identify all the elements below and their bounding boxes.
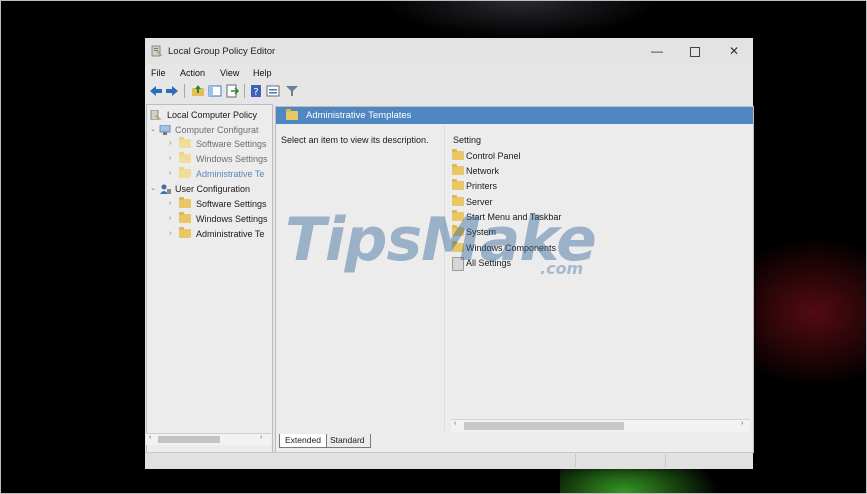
collapse-arrow-icon[interactable]: › bbox=[169, 197, 171, 211]
tree-item-windows-settings[interactable]: › Windows Settings bbox=[169, 152, 272, 166]
folder-icon bbox=[452, 210, 464, 221]
expand-arrow-icon[interactable]: ⌄ bbox=[150, 123, 156, 137]
toolbar: ? bbox=[145, 81, 753, 101]
folder-icon bbox=[452, 149, 464, 160]
maximize-button[interactable] bbox=[681, 42, 709, 60]
list-item-label: Printers bbox=[466, 181, 498, 191]
up-folder-icon[interactable] bbox=[191, 84, 205, 98]
tree-label: Windows Settings bbox=[196, 154, 268, 164]
menu-help[interactable]: Help bbox=[253, 68, 272, 78]
scroll-left-icon[interactable]: ‹ bbox=[454, 420, 456, 427]
details-pane: Administrative Templates Select an item … bbox=[275, 106, 754, 453]
scroll-right-icon[interactable]: › bbox=[260, 434, 262, 441]
scrollbar-thumb[interactable] bbox=[158, 436, 220, 443]
export-list-icon[interactable] bbox=[225, 84, 239, 98]
tree-item-administrative-templates[interactable]: › Administrative Te bbox=[169, 167, 272, 181]
details-header-title: Administrative Templates bbox=[306, 110, 412, 121]
close-button[interactable]: ✕ bbox=[720, 42, 748, 60]
list-item-label: Windows Components bbox=[466, 243, 557, 253]
collapse-arrow-icon[interactable]: › bbox=[169, 212, 171, 226]
details-header: Administrative Templates bbox=[276, 107, 753, 124]
tree-label: Administrative Te bbox=[196, 229, 265, 239]
folder-icon bbox=[179, 152, 191, 163]
folder-icon bbox=[452, 179, 464, 190]
list-item-label: Server bbox=[466, 197, 493, 207]
status-separator bbox=[665, 454, 666, 467]
navigation-tree-pane: Local Computer Policy ⌄ Computer Configu… bbox=[146, 104, 273, 453]
pane-divider bbox=[444, 125, 445, 431]
title-bar[interactable]: Local Group Policy Editor — ✕ bbox=[145, 38, 753, 64]
maximize-icon bbox=[690, 46, 700, 57]
group-policy-app-icon bbox=[151, 45, 162, 57]
folder-icon bbox=[179, 212, 191, 223]
item-description: Select an item to view its description. bbox=[281, 135, 429, 145]
tree-item-user-windows-settings[interactable]: › Windows Settings bbox=[169, 212, 272, 226]
menu-bar: File Action View Help bbox=[145, 65, 753, 81]
tree-item-user-software-settings[interactable]: › Software Settings bbox=[169, 197, 272, 211]
tree-label: User Configuration bbox=[175, 184, 251, 194]
scroll-left-icon[interactable]: ‹ bbox=[149, 434, 151, 441]
folder-icon bbox=[452, 164, 464, 175]
collapse-arrow-icon[interactable]: › bbox=[169, 152, 171, 166]
forward-arrow-icon[interactable] bbox=[165, 84, 179, 98]
back-arrow-icon[interactable] bbox=[149, 84, 163, 98]
desktop-background-stars bbox=[380, 0, 660, 40]
tree-label: Windows Settings bbox=[196, 214, 268, 224]
folder-icon bbox=[452, 195, 464, 206]
toolbar-separator bbox=[184, 84, 185, 98]
tree-label: Software Settings bbox=[196, 199, 267, 209]
menu-action[interactable]: Action bbox=[180, 68, 205, 78]
view-tabs: Extended Standard bbox=[276, 434, 753, 450]
tree-item-computer-configuration[interactable]: ⌄ Computer Configurat bbox=[150, 123, 272, 137]
list-item-label: Network bbox=[466, 166, 500, 176]
collapse-arrow-icon[interactable]: › bbox=[169, 137, 171, 151]
properties-icon[interactable] bbox=[266, 84, 280, 98]
folder-icon bbox=[179, 197, 191, 208]
settings-page-icon bbox=[452, 257, 464, 271]
window-title: Local Group Policy Editor bbox=[168, 46, 276, 57]
folder-icon bbox=[179, 227, 191, 238]
svg-text:?: ? bbox=[253, 87, 258, 98]
list-item-label: Start Menu and Taskbar bbox=[466, 212, 562, 222]
menu-file[interactable]: File bbox=[151, 68, 166, 78]
menu-view[interactable]: View bbox=[220, 68, 239, 78]
tree-label: Computer Configurat bbox=[175, 125, 259, 135]
tree-item-local-computer-policy[interactable]: Local Computer Policy bbox=[150, 108, 272, 122]
computer-icon bbox=[159, 125, 171, 135]
user-icon bbox=[160, 184, 171, 194]
tree-label: Administrative Te bbox=[196, 169, 265, 179]
help-icon[interactable]: ? bbox=[249, 84, 263, 98]
tree-label: Local Computer Policy bbox=[167, 110, 258, 120]
tab-standard[interactable]: Standard bbox=[324, 434, 371, 448]
list-item-label: All Settings bbox=[466, 258, 512, 268]
tree-item-user-administrative-templates[interactable]: › Administrative Te bbox=[169, 227, 272, 241]
filter-icon[interactable] bbox=[285, 84, 299, 98]
expand-arrow-icon[interactable]: ⌄ bbox=[150, 182, 156, 196]
tree-label: Software Settings bbox=[196, 139, 267, 149]
folder-icon bbox=[452, 225, 464, 236]
folder-icon bbox=[179, 137, 191, 148]
list-item-label: Control Panel bbox=[466, 151, 521, 161]
folder-icon bbox=[179, 167, 191, 178]
minimize-button[interactable]: — bbox=[643, 42, 671, 60]
collapse-arrow-icon[interactable]: › bbox=[169, 167, 171, 181]
tree-horizontal-scrollbar[interactable]: ‹ › bbox=[146, 433, 271, 445]
folder-icon bbox=[286, 109, 298, 120]
toolbar-separator bbox=[244, 84, 245, 98]
status-separator bbox=[575, 454, 576, 467]
scrollbar-thumb[interactable] bbox=[464, 422, 624, 430]
scroll-right-icon[interactable]: › bbox=[741, 420, 743, 427]
column-header-setting[interactable]: Setting bbox=[453, 135, 481, 145]
policy-icon bbox=[150, 110, 161, 120]
group-policy-editor-window: Local Group Policy Editor — ✕ File Actio… bbox=[145, 38, 754, 469]
folder-icon bbox=[452, 241, 464, 252]
status-bar bbox=[145, 452, 753, 469]
tree-item-user-configuration[interactable]: ⌄ User Configuration bbox=[150, 182, 272, 196]
show-hide-tree-icon[interactable] bbox=[208, 84, 222, 98]
tree-item-software-settings[interactable]: › Software Settings bbox=[169, 137, 272, 151]
collapse-arrow-icon[interactable]: › bbox=[169, 227, 171, 241]
details-horizontal-scrollbar[interactable]: ‹ › bbox=[451, 419, 750, 432]
list-item-label: System bbox=[466, 227, 497, 237]
tab-extended[interactable]: Extended bbox=[279, 434, 327, 448]
